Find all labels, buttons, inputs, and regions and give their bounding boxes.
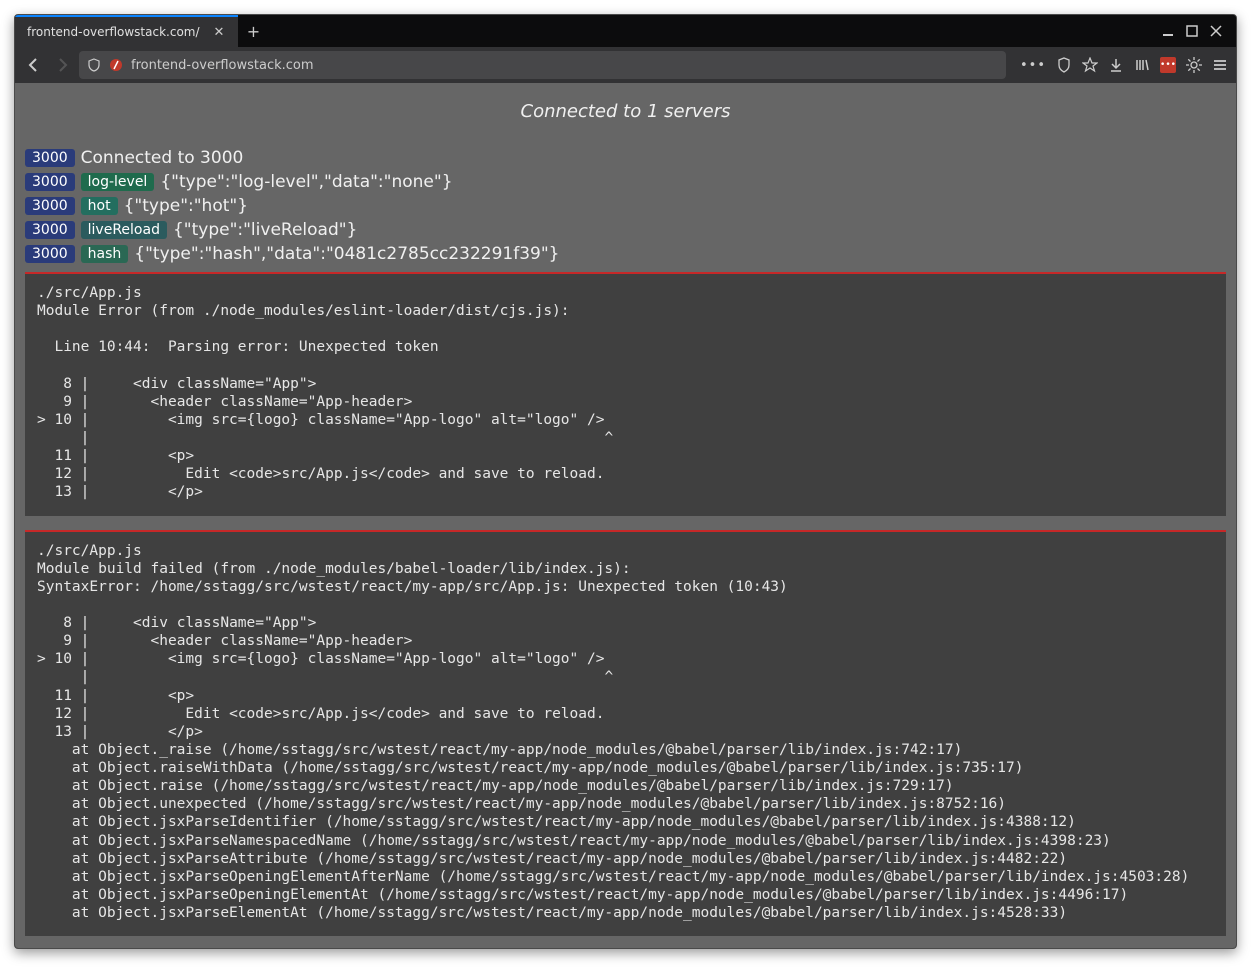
- forward-button[interactable]: [51, 54, 73, 76]
- hamburger-menu-icon[interactable]: [1212, 57, 1228, 73]
- port-badge: 3000: [25, 149, 75, 167]
- tab-close-icon[interactable]: ✕: [210, 23, 229, 42]
- log-message: Connected to 3000: [81, 148, 244, 168]
- log-message: {"type":"log-level","data":"none"}: [160, 172, 452, 192]
- titlebar: frontend-overflowstack.com/ ✕ +: [15, 15, 1236, 47]
- back-button[interactable]: [23, 54, 45, 76]
- shield-icon[interactable]: [87, 58, 101, 72]
- log-line: 3000 log-level {"type":"log-level","data":…: [25, 170, 1226, 194]
- url-input[interactable]: [131, 58, 998, 73]
- port-badge: 3000: [25, 245, 75, 263]
- more-icon[interactable]: •••: [1020, 58, 1046, 73]
- url-bar[interactable]: [79, 51, 1006, 79]
- library-icon[interactable]: [1134, 57, 1150, 73]
- page-content: Connected to 1 servers 3000 Connected to …: [15, 83, 1236, 948]
- log-message: {"type":"hash","data":"0481c2785cc232291…: [134, 244, 559, 264]
- type-badge: hash: [81, 245, 129, 263]
- error-block: ./src/App.js Module Error (from ./node_m…: [25, 272, 1226, 516]
- port-badge: 3000: [25, 221, 75, 239]
- toolbar-right: ••• •••: [1012, 57, 1228, 73]
- log-message: {"type":"liveReload"}: [173, 220, 357, 240]
- type-badge: liveReload: [81, 221, 167, 239]
- status-header: Connected to 1 servers: [15, 83, 1236, 146]
- port-badge: 3000: [25, 197, 75, 215]
- download-icon[interactable]: [1108, 57, 1124, 73]
- error-block: ./src/App.js Module build failed (from .…: [25, 530, 1226, 937]
- extension-badge-icon[interactable]: •••: [1160, 57, 1176, 73]
- tab-title: frontend-overflowstack.com/: [27, 25, 200, 39]
- reader-icon[interactable]: [1056, 57, 1072, 73]
- site-favicon-icon: [109, 58, 123, 72]
- minimize-icon[interactable]: [1162, 25, 1174, 37]
- window-controls: [1162, 15, 1232, 47]
- browser-tab[interactable]: frontend-overflowstack.com/ ✕: [15, 15, 238, 47]
- log-line: 3000 hot {"type":"hot"}: [25, 194, 1226, 218]
- log-line: 3000 Connected to 3000: [25, 146, 1226, 170]
- maximize-icon[interactable]: [1186, 25, 1198, 37]
- log-message: {"type":"hot"}: [124, 196, 248, 216]
- extension-gear-icon[interactable]: [1186, 57, 1202, 73]
- type-badge: log-level: [81, 173, 155, 191]
- log-line: 3000 hash {"type":"hash","data":"0481c2785…: [25, 242, 1226, 266]
- type-badge: hot: [81, 197, 118, 215]
- log-line: 3000 liveReload {"type":"liveReload"}: [25, 218, 1226, 242]
- log-lines: 3000 Connected to 3000 3000 log-level {"type…: [15, 146, 1236, 266]
- browser-window: frontend-overflowstack.com/ ✕ +: [14, 14, 1237, 949]
- new-tab-button[interactable]: +: [238, 15, 268, 47]
- port-badge: 3000: [25, 173, 75, 191]
- bookmark-icon[interactable]: [1082, 57, 1098, 73]
- close-icon[interactable]: [1210, 25, 1222, 37]
- toolbar: ••• •••: [15, 47, 1236, 83]
